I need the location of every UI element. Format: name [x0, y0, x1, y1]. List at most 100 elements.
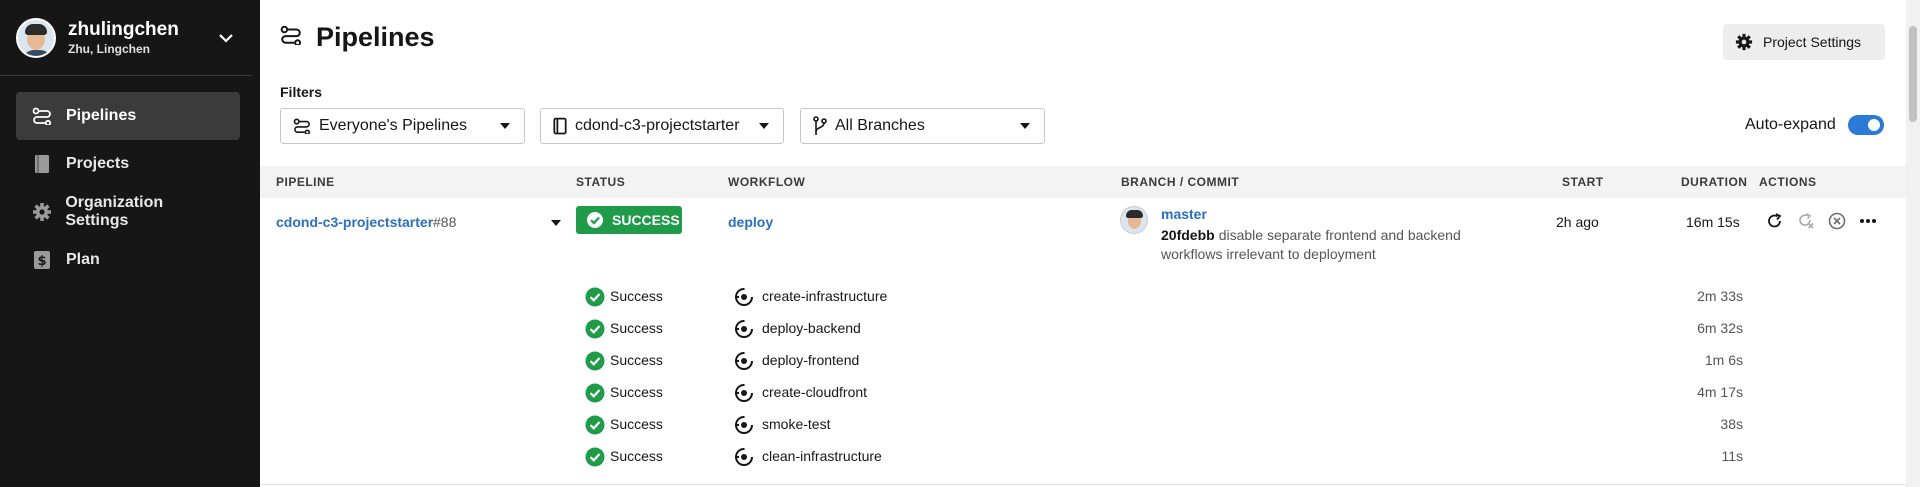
- divider: [260, 484, 1906, 485]
- scrollbar-thumb[interactable]: [1909, 26, 1917, 122]
- branch-link[interactable]: master: [1161, 206, 1207, 222]
- sidebar-item-pipelines[interactable]: Pipelines: [16, 92, 240, 140]
- project-settings-button[interactable]: Project Settings: [1723, 24, 1885, 60]
- pipeline-row: cdond-c3-projectstarter #88 SUCCESS depl…: [260, 200, 1906, 272]
- filters-label: Filters: [280, 84, 323, 100]
- job-icon: [734, 383, 754, 403]
- job-icon: [734, 447, 754, 467]
- job-row[interactable]: Success deploy-frontend 1m 6s: [260, 344, 1906, 376]
- job-status: Success: [610, 288, 663, 304]
- caret-down-icon: [500, 123, 510, 129]
- branch-filter-value: All Branches: [835, 117, 925, 134]
- dollar-icon: $: [30, 248, 54, 272]
- pipeline-name-link[interactable]: cdond-c3-projectstarter: [276, 214, 433, 230]
- sidebar-item-label: Organization Settings: [65, 194, 164, 229]
- column-header-duration: DURATION: [1681, 175, 1748, 189]
- job-icon: [734, 287, 754, 307]
- project-filter-select[interactable]: cdond-c3-projectstarter: [540, 108, 784, 144]
- job-duration: 2m 33s: [1697, 288, 1743, 304]
- branch-icon: [813, 116, 827, 136]
- column-header-workflow: WORKFLOW: [728, 175, 806, 189]
- gear-icon: [30, 200, 53, 224]
- pipeline-duration: 16m 15s: [1686, 214, 1740, 230]
- user-menu[interactable]: zhulingchen Zhu, Lingchen: [0, 0, 252, 76]
- job-row[interactable]: Success clean-infrastructure 11s: [260, 440, 1906, 472]
- page-title: Pipelines: [316, 22, 435, 52]
- sidebar-item-label: Pipelines: [66, 107, 137, 124]
- job-status: Success: [610, 384, 663, 400]
- column-header-pipeline: PIPELINE: [276, 175, 335, 189]
- job-status: Success: [610, 320, 663, 336]
- commit-info: 20fdebb disable separate frontend and bac…: [1161, 226, 1491, 264]
- pipelines-filter-select[interactable]: Everyone's Pipelines: [280, 108, 525, 144]
- check-circle-icon: [585, 287, 605, 307]
- job-duration: 38s: [1720, 416, 1743, 432]
- avatar: [16, 17, 56, 58]
- start-time: 2h ago: [1556, 214, 1599, 230]
- column-header-actions: ACTIONS: [1759, 175, 1817, 189]
- branch-filter-select[interactable]: All Branches: [800, 108, 1045, 144]
- job-row[interactable]: Success create-cloudfront 4m 17s: [260, 376, 1906, 408]
- job-name: create-cloudfront: [762, 384, 868, 400]
- workflow-link[interactable]: deploy: [728, 214, 773, 230]
- sidebar-nav: Pipelines Projects Organization Settings…: [0, 76, 260, 284]
- sidebar-item-label: Projects: [66, 155, 130, 172]
- svg-text:$: $: [37, 254, 46, 269]
- expand-caret-icon[interactable]: [551, 220, 561, 226]
- caret-down-icon: [1020, 123, 1030, 129]
- sidebar-item-organization-settings[interactable]: Organization Settings: [16, 188, 240, 236]
- column-header-branch-commit: BRANCH / COMMIT: [1121, 175, 1240, 189]
- column-header-status: STATUS: [576, 175, 626, 189]
- rerun-failed-icon[interactable]: [1795, 210, 1817, 232]
- book-icon: [30, 152, 54, 176]
- job-icon: [734, 415, 754, 435]
- cancel-icon[interactable]: [1826, 210, 1848, 232]
- job-status: Success: [610, 416, 663, 432]
- auto-expand-label: Auto-expand: [1745, 116, 1836, 133]
- pipelines-filter-value: Everyone's Pipelines: [319, 117, 468, 134]
- job-name: create-infrastructure: [762, 288, 888, 304]
- job-status: Success: [610, 352, 663, 368]
- job-row[interactable]: Success deploy-backend 6m 32s: [260, 312, 1906, 344]
- auto-expand-toggle[interactable]: [1847, 115, 1884, 135]
- check-circle-icon: [586, 211, 604, 229]
- job-duration: 11s: [1721, 448, 1743, 464]
- user-full-name: Zhu, Lingchen: [68, 41, 150, 56]
- book-icon: [553, 117, 567, 135]
- commit-author-avatar: [1120, 206, 1148, 234]
- more-options-icon[interactable]: [1857, 210, 1879, 232]
- job-name: deploy-backend: [762, 320, 861, 336]
- check-circle-icon: [585, 319, 605, 339]
- job-name: clean-infrastructure: [762, 448, 882, 464]
- pipelines-icon: [30, 104, 54, 128]
- rerun-icon[interactable]: [1764, 210, 1786, 232]
- sidebar: zhulingchen Zhu, Lingchen Pipelines Proj…: [0, 0, 260, 487]
- job-row[interactable]: Success smoke-test 38s: [260, 408, 1906, 440]
- job-duration: 4m 17s: [1697, 384, 1743, 400]
- table-header: PIPELINE STATUS WORKFLOW BRANCH / COMMIT…: [260, 166, 1906, 198]
- job-duration: 1m 6s: [1704, 352, 1743, 368]
- sidebar-item-plan[interactable]: $ Plan: [16, 236, 240, 284]
- project-settings-label: Project Settings: [1763, 34, 1862, 50]
- row-actions: [1764, 210, 1879, 232]
- auto-expand: Auto-expand: [1745, 115, 1884, 135]
- check-circle-icon: [585, 415, 605, 435]
- check-circle-icon: [585, 383, 605, 403]
- chevron-down-icon[interactable]: [216, 28, 236, 48]
- pipelines-icon: [280, 25, 302, 50]
- project-filter-value: cdond-c3-projectstarter: [575, 117, 740, 134]
- job-icon: [734, 319, 754, 339]
- commit-hash[interactable]: 20fdebb: [1161, 227, 1215, 243]
- job-duration: 6m 32s: [1697, 320, 1743, 336]
- sidebar-item-projects[interactable]: Projects: [16, 140, 240, 188]
- main-content: Pipelines Project Settings Filters Every…: [260, 0, 1920, 487]
- pipeline-number: #88: [433, 214, 457, 230]
- job-row[interactable]: Success create-infrastructure 2m 33s: [260, 280, 1906, 312]
- scrollbar[interactable]: [1906, 0, 1920, 487]
- status-badge-label: SUCCESS: [612, 212, 680, 228]
- column-header-start: START: [1562, 175, 1604, 189]
- status-badge[interactable]: SUCCESS: [576, 206, 682, 234]
- username: zhulingchen: [68, 18, 179, 40]
- caret-down-icon: [759, 123, 769, 129]
- check-circle-icon: [585, 447, 605, 467]
